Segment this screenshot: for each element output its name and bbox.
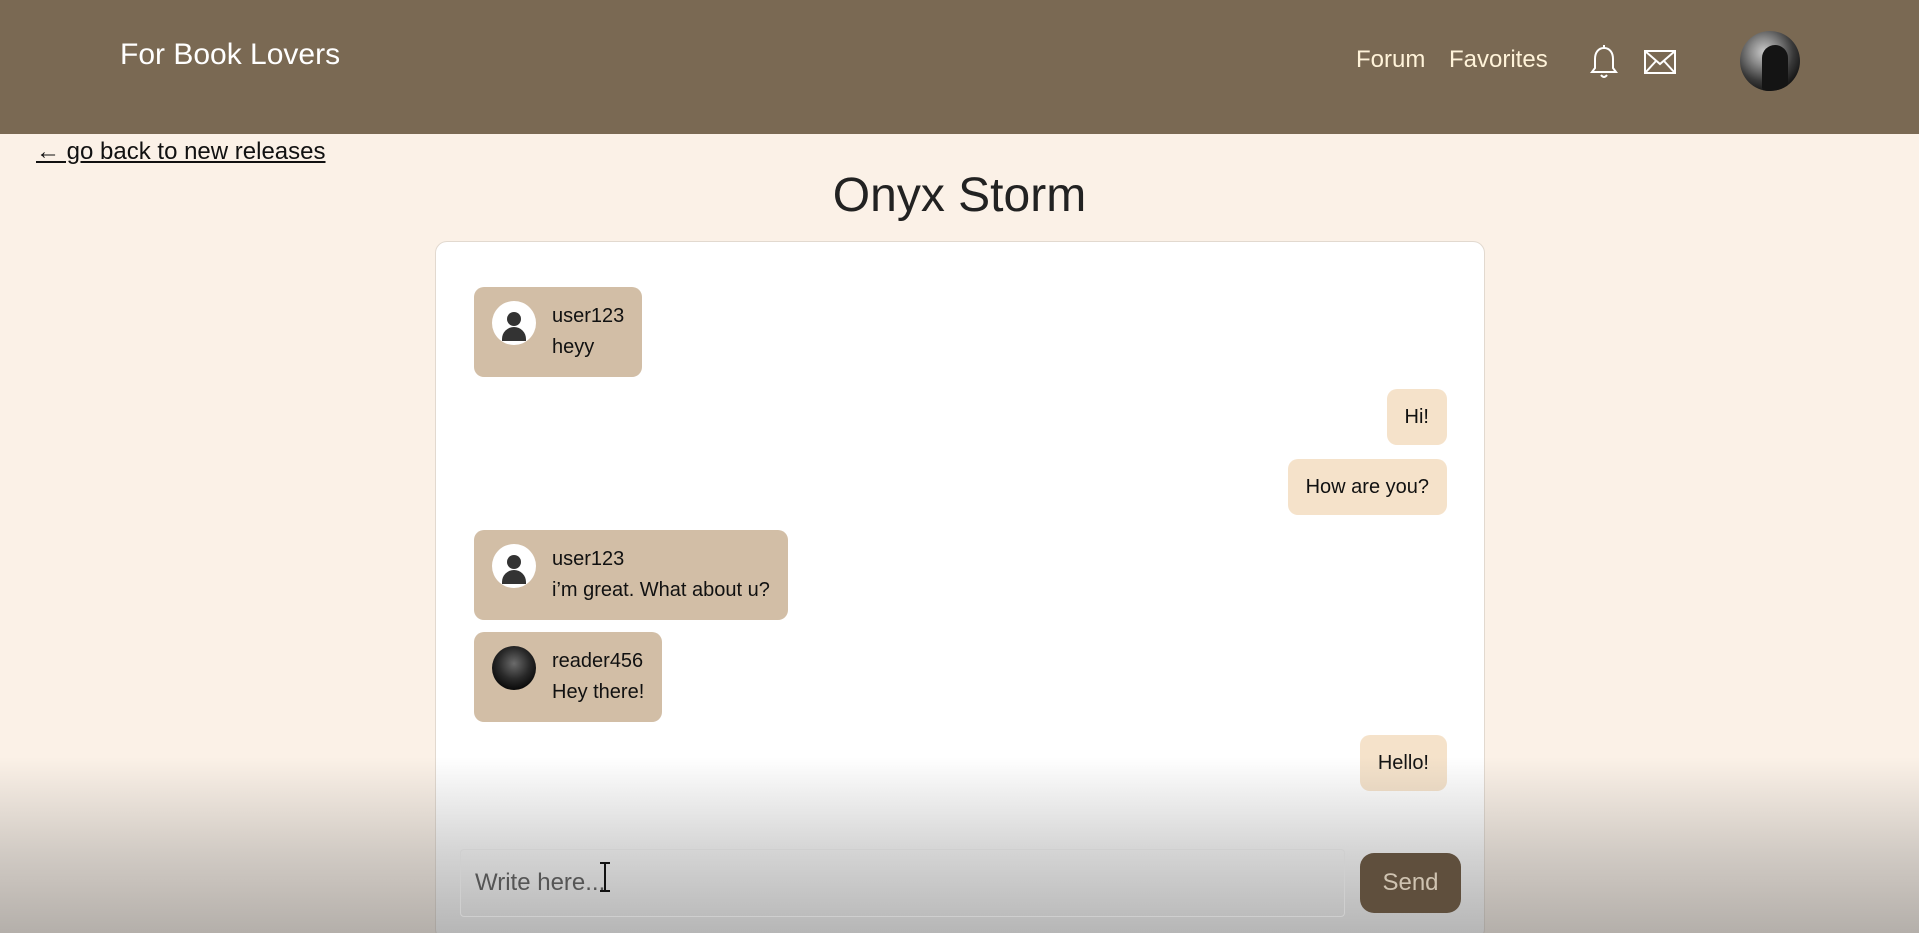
bell-icon[interactable] [1589, 44, 1619, 80]
top-navbar: For Book Lovers Forum Favorites [0, 0, 1919, 134]
message-outgoing: How are you? [1287, 459, 1447, 515]
message-incoming: user123 i’m great. What about u? [474, 530, 788, 620]
message-outgoing: Hi! [1386, 389, 1447, 445]
user-avatar-icon [492, 301, 536, 345]
nav-favorites-link[interactable]: Favorites [1449, 46, 1548, 74]
message-text: heyy [552, 336, 595, 358]
message-text: Hey there! [552, 681, 645, 703]
reader-photo-avatar [492, 646, 536, 690]
nav-forum-link[interactable]: Forum [1356, 46, 1425, 74]
message-incoming: reader456 Hey there! [474, 632, 663, 722]
message-text: i’m great. What about u? [552, 579, 770, 601]
brand-logo-text[interactable]: For Book Lovers [120, 38, 340, 72]
profile-avatar[interactable] [1740, 31, 1800, 91]
message-author: reader456 [552, 650, 644, 672]
message-input[interactable] [460, 849, 1345, 917]
send-button[interactable]: Send [1360, 853, 1461, 913]
user-avatar-icon [492, 544, 536, 588]
message-outgoing: Hello! [1359, 735, 1447, 791]
message-incoming: user123 heyy [474, 287, 643, 377]
message-author: user123 [552, 305, 625, 327]
avatar-figure [1762, 45, 1788, 91]
message-author: user123 [552, 548, 625, 570]
back-to-new-releases-link[interactable]: ← go back to new releases [36, 138, 326, 166]
page-title: Onyx Storm [832, 169, 1087, 222]
chat-window: user123 heyy Hi! How are you? user123 i’… [435, 241, 1485, 933]
mail-icon[interactable] [1643, 48, 1677, 76]
text-cursor-icon [598, 862, 612, 892]
